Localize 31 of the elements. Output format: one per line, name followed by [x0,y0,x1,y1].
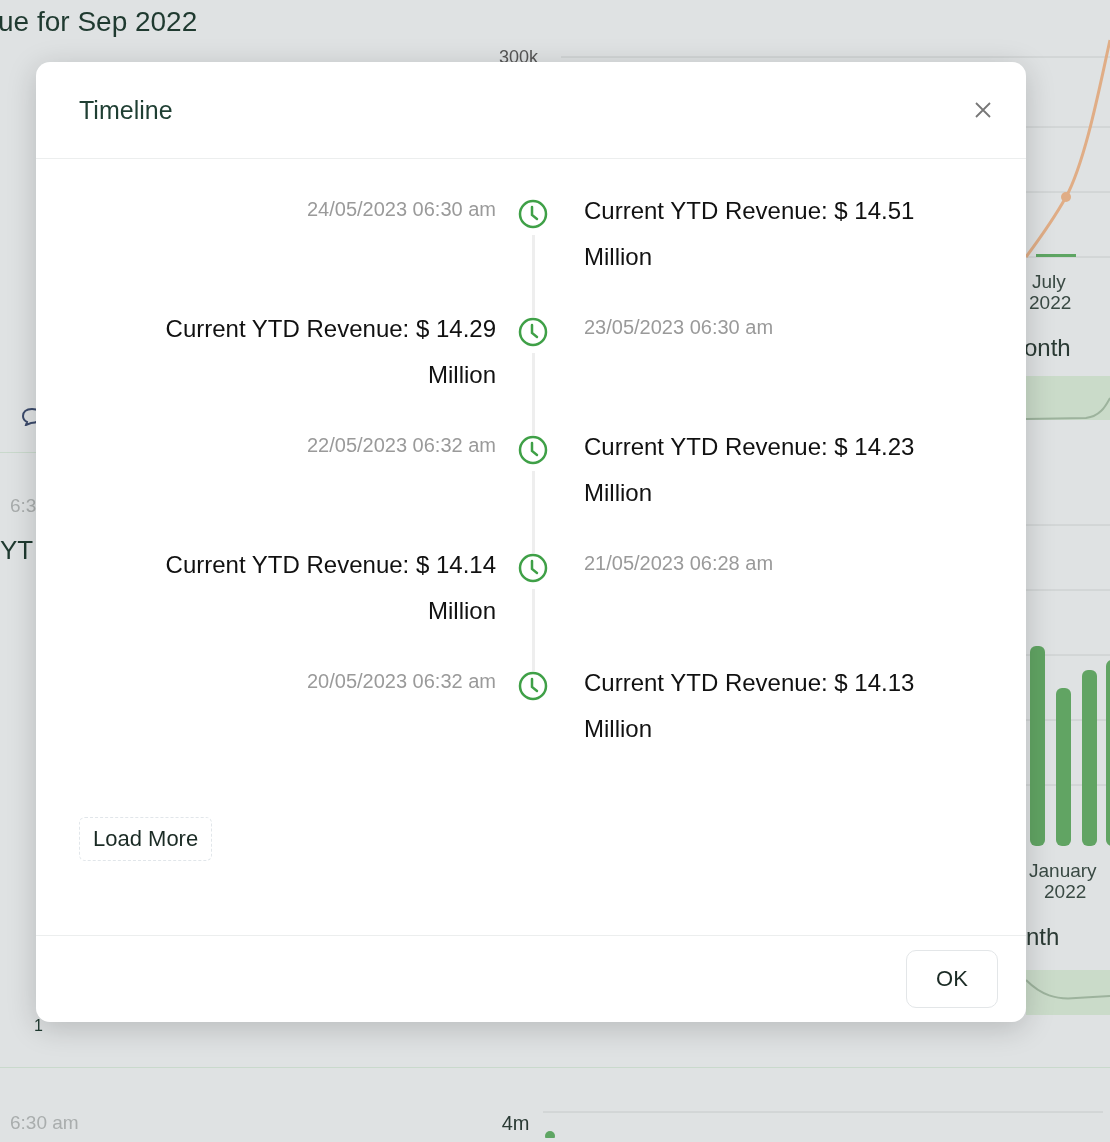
event-text: Current YTD Revenue: $ 14.51 Million [584,196,916,272]
event-text: Current YTD Revenue: $ 14.29 Million [164,314,496,390]
axis-title: onth [1024,334,1071,362]
event-text: Current YTD Revenue: $ 14.13 Million [584,668,916,744]
event-time: 22/05/2023 06:32 am [306,434,496,458]
x-axis-label: January [1029,860,1097,881]
dialog-title: Timeline [79,95,173,125]
clock-icon [518,553,548,583]
x-axis-label: 2022 [1044,881,1087,902]
data-point [1061,192,1071,202]
y-axis-label: 4m [501,1111,530,1135]
comment-count: 1 [34,1017,43,1035]
page-heading: ue for Sep 2022 [0,6,198,37]
x-axis-label: July [1032,271,1066,292]
clock-icon [518,199,548,229]
event-time: 24/05/2023 06:30 am [306,198,496,222]
event-text: Current YTD Revenue: $ 14.14 Million [164,550,496,626]
clock-icon [518,435,548,465]
bar [1036,254,1076,257]
event-time: 21/05/2023 06:28 am [584,552,774,576]
x-axis-label: 2022 [1029,292,1072,313]
axis-title: nth [1026,923,1060,951]
event-time: 20/05/2023 06:32 am [306,670,496,694]
ok-button[interactable]: OK [906,950,998,1008]
load-more-button[interactable]: Load More [79,817,213,861]
clock-icon [518,671,548,701]
event-text: Current YTD Revenue: $ 14.23 Million [584,432,916,508]
close-icon [974,101,992,119]
clock-icon [518,317,548,347]
card-title: YT [0,535,34,566]
event-time: 23/05/2023 06:30 am [584,316,774,340]
